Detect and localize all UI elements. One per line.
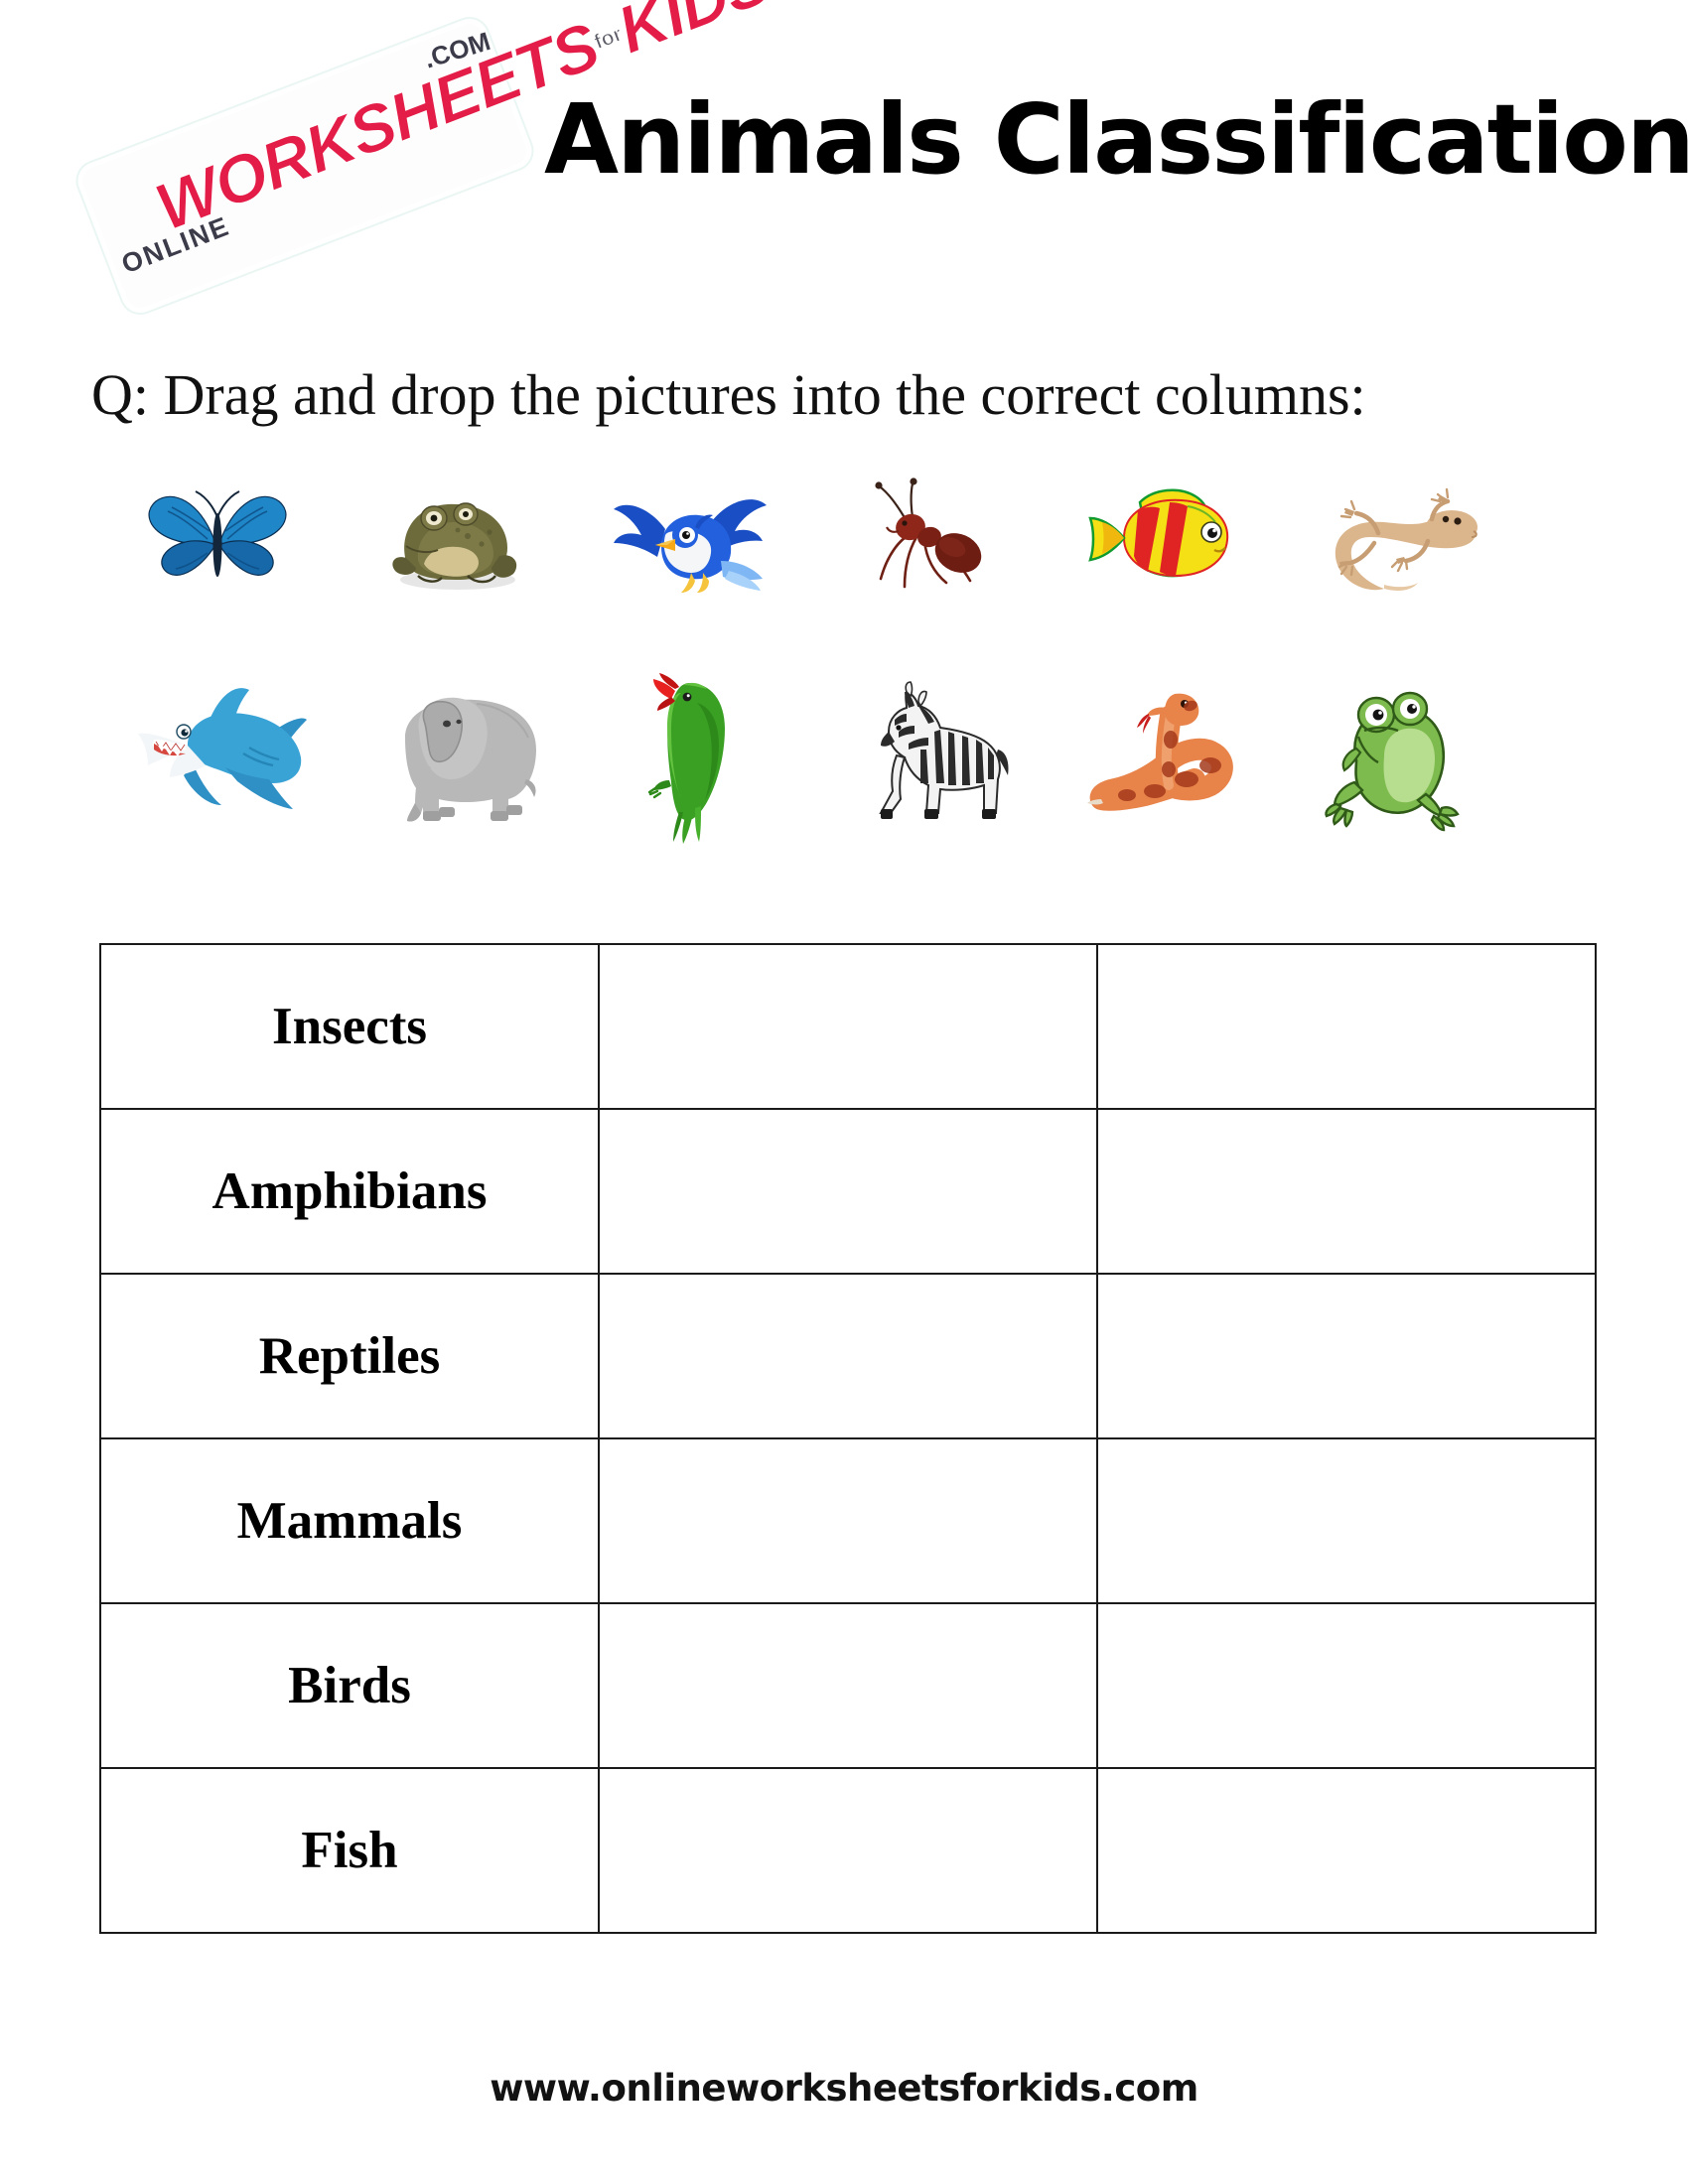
drop-zone-reptiles-1[interactable] — [598, 1273, 1098, 1439]
page-title: Animals Classification — [544, 83, 1688, 196]
drop-zone-reptiles-2[interactable] — [1096, 1273, 1597, 1439]
picture-toad[interactable] — [336, 449, 572, 632]
drop-zone-amphibians-2[interactable] — [1096, 1108, 1597, 1275]
gecko-icon — [1335, 487, 1477, 591]
footer-url[interactable]: www.onlineworksheetsforkids.com — [0, 2067, 1688, 2110]
picture-bank — [99, 449, 1589, 866]
worksheet-header: ONLINE WORKSHEETSforKIDS .COM Animals Cl… — [0, 0, 1688, 357]
table-body: Insects Amphibians Reptiles Mammals Bird… — [99, 943, 1597, 1934]
picture-bluebird[interactable] — [572, 449, 808, 632]
drop-zone-birds-1[interactable] — [598, 1602, 1098, 1769]
picture-gecko[interactable] — [1281, 449, 1517, 632]
drop-zone-fish-1[interactable] — [598, 1767, 1098, 1934]
picture-row-2 — [99, 650, 1519, 859]
parrot-icon — [647, 672, 725, 844]
butterfly-icon — [148, 490, 287, 577]
category-label-birds: Birds — [99, 1602, 600, 1769]
category-label-insects: Insects — [99, 943, 600, 1110]
site-logo: ONLINE WORKSHEETSforKIDS .COM — [78, 0, 779, 313]
table-row: Mammals — [99, 1437, 1597, 1604]
picture-elephant[interactable] — [336, 650, 572, 859]
elephant-icon — [405, 697, 536, 822]
drop-zone-insects-2[interactable] — [1096, 943, 1597, 1110]
table-row: Birds — [99, 1602, 1597, 1769]
picture-shark[interactable] — [99, 650, 336, 859]
drop-zone-fish-2[interactable] — [1096, 1767, 1597, 1934]
drop-zone-mammals-1[interactable] — [598, 1437, 1098, 1604]
drop-zone-insects-1[interactable] — [598, 943, 1098, 1110]
table-row: Reptiles — [99, 1273, 1597, 1439]
category-label-reptiles: Reptiles — [99, 1273, 600, 1439]
picture-parrot[interactable] — [572, 650, 808, 859]
picture-clownfish[interactable] — [1045, 449, 1281, 632]
shark-icon — [137, 688, 307, 809]
picture-row-1 — [99, 449, 1519, 632]
table-row: Insects — [99, 943, 1597, 1110]
picture-snake[interactable] — [1045, 650, 1281, 859]
drop-zone-mammals-2[interactable] — [1096, 1437, 1597, 1604]
category-label-mammals: Mammals — [99, 1437, 600, 1604]
drop-zone-amphibians-1[interactable] — [598, 1108, 1098, 1275]
zebra-icon — [879, 681, 1009, 819]
clownfish-icon — [1088, 488, 1229, 577]
table-row: Fish — [99, 1767, 1597, 1934]
toad-icon — [391, 501, 516, 590]
question-instruction: Q: Drag and drop the pictures into the c… — [91, 362, 1366, 427]
logo-kids-text: KIDS — [608, 0, 780, 68]
frog-icon — [1324, 691, 1460, 832]
picture-frog[interactable] — [1281, 650, 1517, 859]
table-row: Amphibians — [99, 1108, 1597, 1275]
picture-zebra[interactable] — [808, 650, 1045, 859]
category-label-amphibians: Amphibians — [99, 1108, 600, 1275]
snake-icon — [1087, 693, 1233, 811]
classification-table: Insects Amphibians Reptiles Mammals Bird… — [99, 943, 1597, 1934]
category-label-fish: Fish — [99, 1767, 600, 1934]
picture-ant[interactable] — [808, 449, 1045, 632]
picture-butterfly[interactable] — [99, 449, 336, 632]
drop-zone-birds-2[interactable] — [1096, 1602, 1597, 1769]
ant-icon — [874, 477, 981, 588]
bluebird-icon — [614, 499, 767, 593]
